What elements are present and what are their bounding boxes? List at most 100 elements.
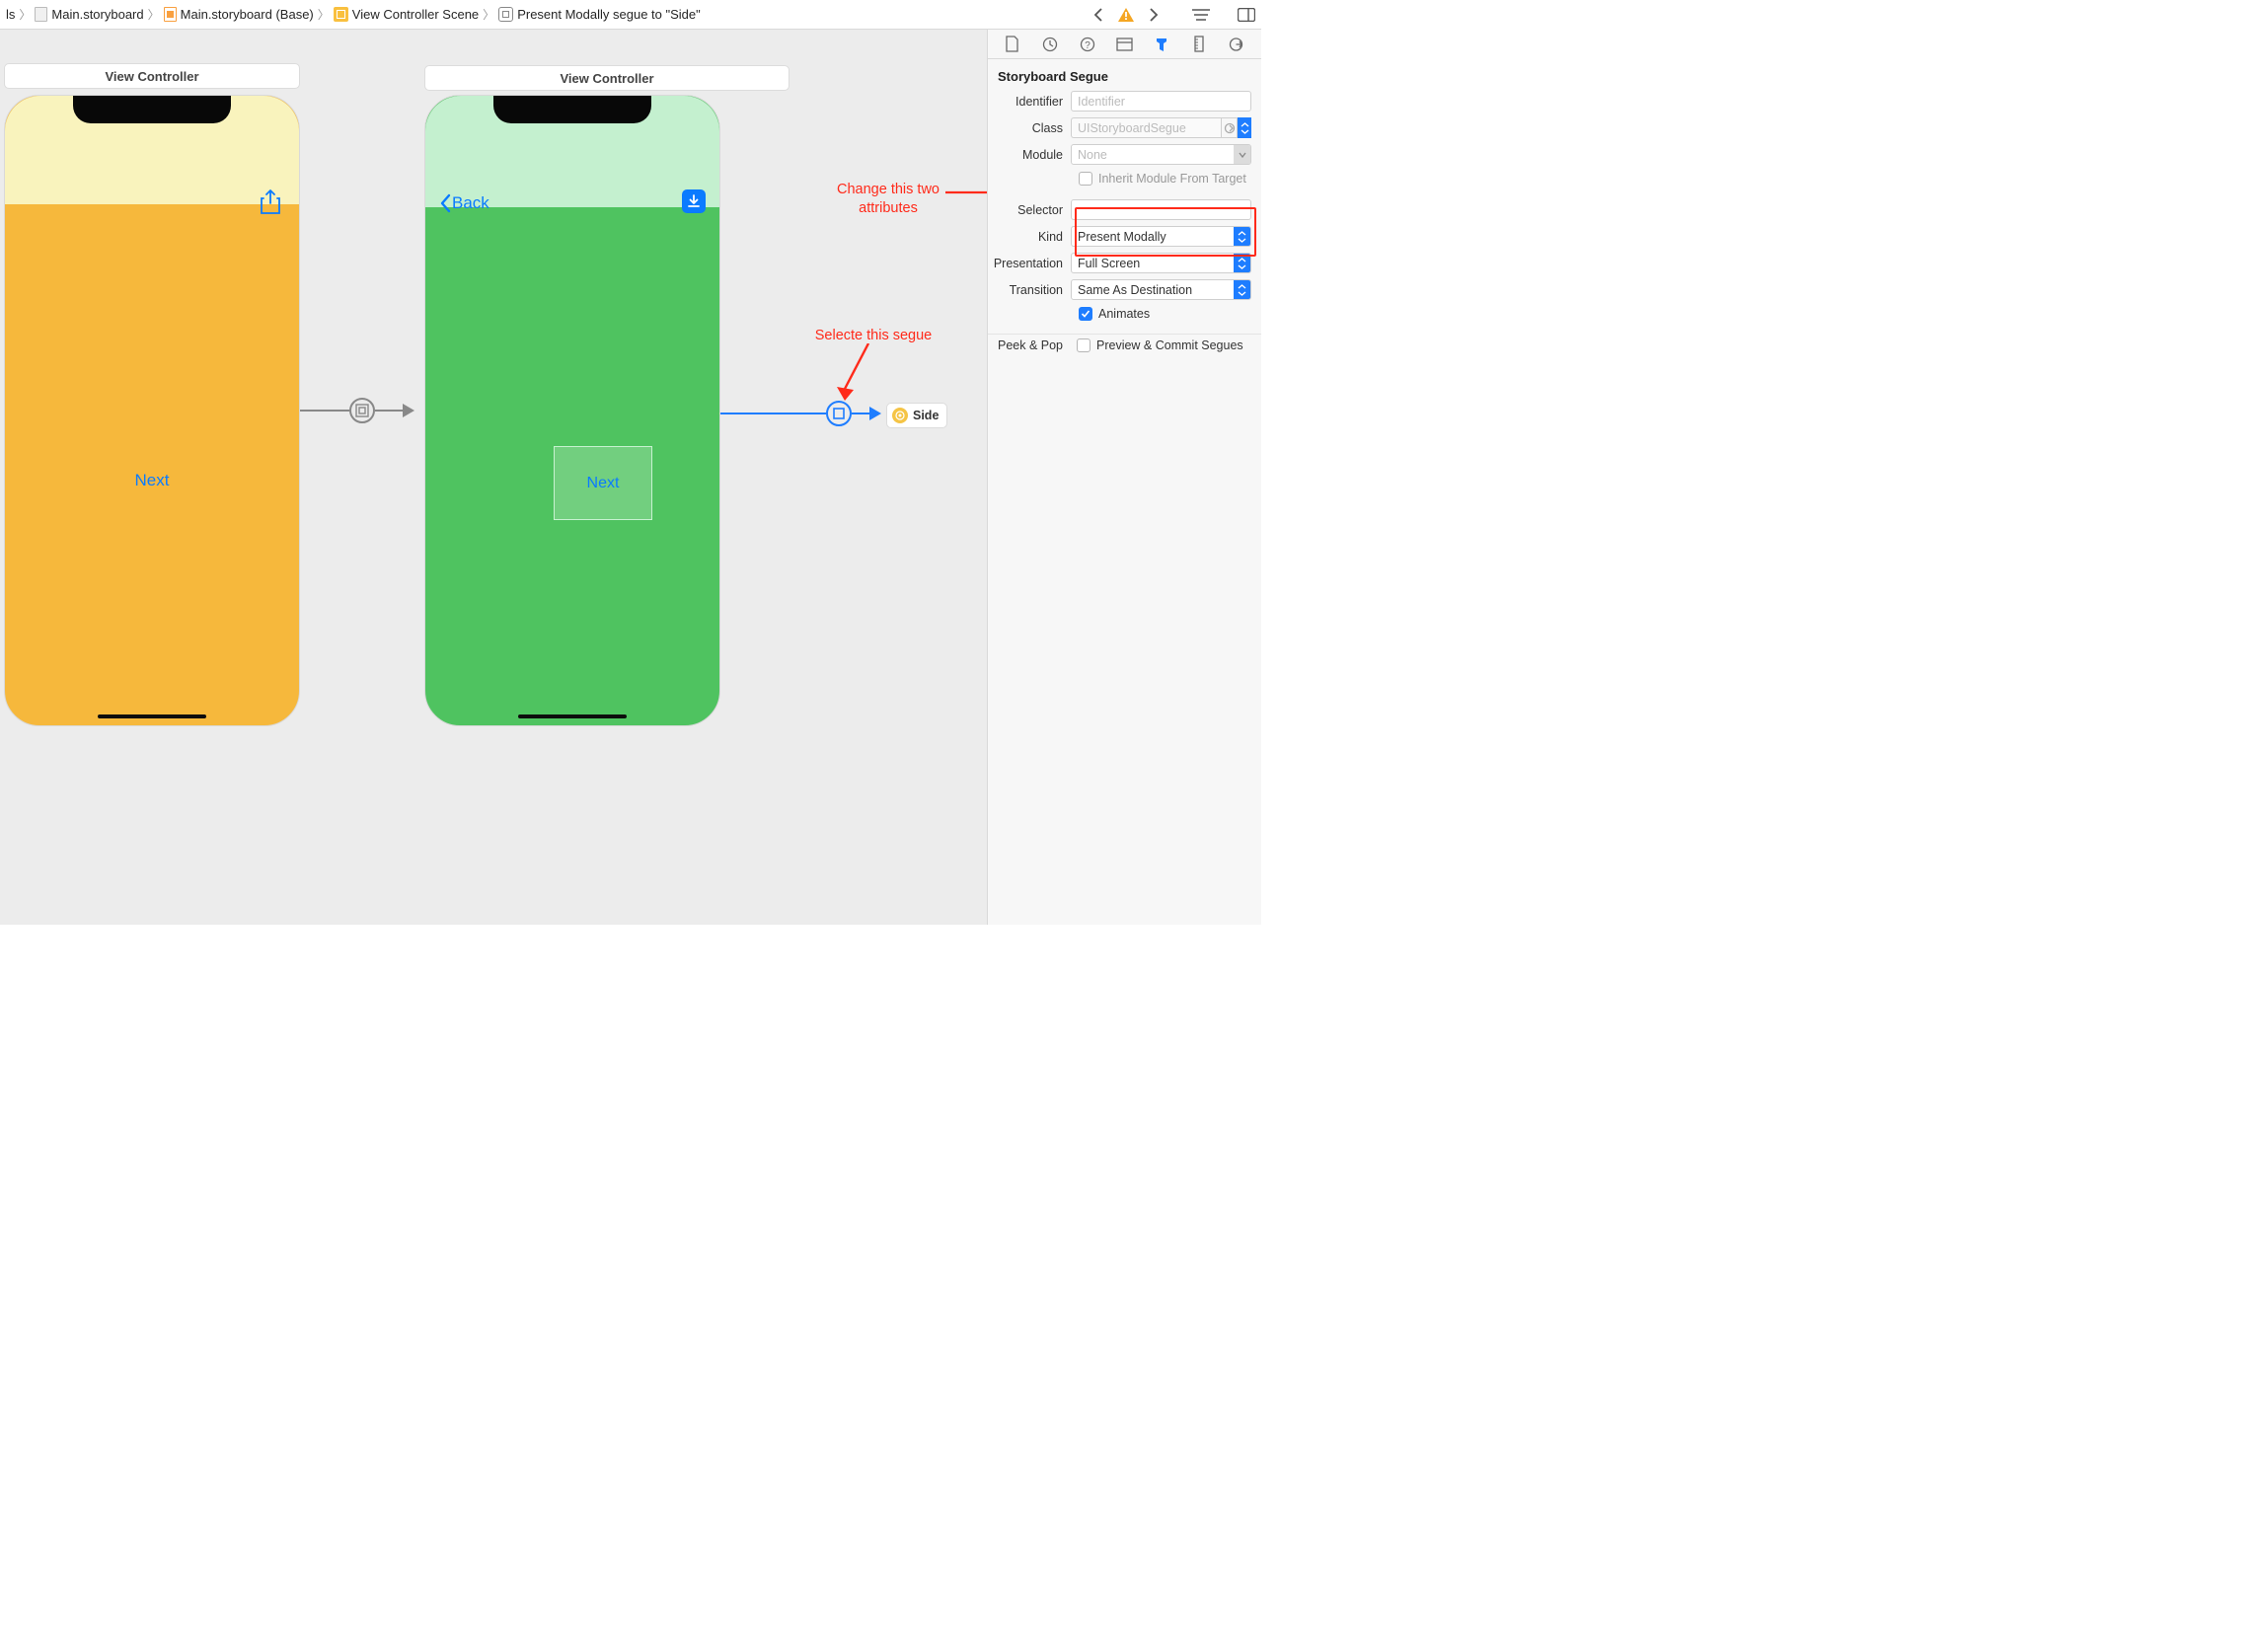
home-indicator-right: [518, 714, 627, 718]
phone-mockup-left[interactable]: Next: [4, 95, 300, 726]
download-button[interactable]: [682, 189, 706, 213]
chevron-left-icon: [439, 193, 452, 213]
back-label: Back: [452, 193, 489, 213]
segue-line-2a[interactable]: [720, 413, 826, 414]
crumb-segue[interactable]: Present Modally segue to "Side": [498, 7, 701, 22]
class-dropdown-button[interactable]: [1238, 117, 1251, 138]
segue-node-selected[interactable]: [826, 401, 852, 426]
toolbar-right: [1090, 6, 1255, 24]
module-dropdown-icon: [1234, 145, 1250, 164]
crumb-scene[interactable]: View Controller Scene: [334, 7, 479, 22]
presentation-dropdown-icon: [1234, 254, 1250, 272]
side-chip-label: Side: [913, 409, 939, 422]
tab-connections-inspector[interactable]: [1226, 34, 1247, 55]
history-forward-button[interactable]: [1145, 6, 1163, 24]
warning-icon[interactable]: [1117, 6, 1135, 24]
scene-title-left-label: View Controller: [105, 69, 198, 84]
transition-row: Transition Same As Destination: [988, 276, 1261, 303]
identifier-row: Identifier: [988, 88, 1261, 114]
next-button-left[interactable]: Next: [5, 471, 299, 490]
presentation-label: Presentation: [988, 257, 1071, 270]
kind-dropdown-icon: [1234, 227, 1250, 246]
presentation-value: Full Screen: [1072, 254, 1234, 272]
crumb-sep: 〉: [148, 6, 160, 23]
identifier-input[interactable]: [1071, 91, 1251, 112]
segue-node-1[interactable]: [349, 398, 375, 423]
kind-row: Kind Present Modally: [988, 223, 1261, 250]
download-icon: [686, 193, 702, 209]
adjust-lines-icon[interactable]: [1192, 6, 1210, 24]
kind-select[interactable]: Present Modally: [1071, 226, 1251, 247]
crumb-storyboard[interactable]: Main.storyboard: [35, 7, 143, 22]
crumb-storyboard-label: Main.storyboard: [51, 7, 143, 22]
selector-label: Selector: [988, 203, 1071, 217]
storyboard-canvas[interactable]: View Controller View Controller Next Bac…: [0, 30, 987, 925]
peek-pop-row: Peek & Pop Preview & Commit Segues: [988, 335, 1261, 356]
transition-select[interactable]: Same As Destination: [1071, 279, 1251, 300]
segue-section: Storyboard Segue Identifier Class Module…: [988, 59, 1261, 335]
selector-input[interactable]: [1071, 199, 1251, 220]
crumb-project[interactable]: ls: [6, 7, 15, 22]
segue-icon: [498, 7, 513, 22]
phone-mockup-right[interactable]: Back Next: [424, 95, 720, 726]
module-select[interactable]: None: [1071, 144, 1251, 165]
home-indicator-left: [98, 714, 206, 718]
history-back-button[interactable]: [1090, 6, 1107, 24]
tab-identity-inspector[interactable]: [1113, 34, 1135, 55]
tab-history-inspector[interactable]: [1039, 34, 1061, 55]
tab-file-inspector[interactable]: [1002, 34, 1023, 55]
preview-checkbox[interactable]: [1077, 338, 1090, 352]
side-viewcontroller-chip[interactable]: Side: [886, 403, 947, 428]
segue-line-2b: [852, 413, 871, 414]
presentation-select[interactable]: Full Screen: [1071, 253, 1251, 273]
crumb-segue-label: Present Modally segue to "Side": [517, 7, 701, 22]
transition-value: Same As Destination: [1072, 280, 1234, 299]
class-label: Class: [988, 121, 1071, 135]
viewcontroller-icon: [892, 408, 908, 423]
tab-attributes-inspector[interactable]: [1151, 34, 1172, 55]
annotation-arrow-2: [837, 343, 876, 403]
segue-line-1a: [300, 410, 349, 412]
inherit-module-row: Inherit Module From Target: [988, 168, 1261, 188]
class-jump-button[interactable]: [1221, 117, 1238, 138]
scene-title-right[interactable]: View Controller: [424, 65, 790, 91]
toggle-assistant-icon[interactable]: [1238, 6, 1255, 24]
storyboard-file-icon: [35, 7, 47, 22]
transition-dropdown-icon: [1234, 280, 1250, 299]
animates-checkbox[interactable]: [1079, 307, 1092, 321]
back-button[interactable]: Back: [439, 193, 489, 213]
class-row: Class: [988, 114, 1261, 141]
inspector-tabs: ?: [988, 30, 1261, 59]
phone-right-notch: [493, 96, 651, 123]
preview-label: Preview & Commit Segues: [1096, 338, 1243, 352]
crumb-sep: 〉: [19, 6, 31, 23]
container-segue-icon: [355, 404, 369, 417]
crumb-base[interactable]: Main.storyboard (Base): [164, 7, 314, 22]
annotation-attributes: Change this two attributes: [819, 181, 957, 218]
share-icon[interactable]: [260, 189, 281, 218]
class-input[interactable]: [1071, 117, 1221, 138]
tab-help-inspector[interactable]: ?: [1077, 34, 1098, 55]
present-modally-icon: [833, 408, 845, 419]
crumb-base-label: Main.storyboard (Base): [181, 7, 314, 22]
scene-title-left[interactable]: View Controller: [4, 63, 300, 89]
crumb-sep: 〉: [318, 6, 330, 23]
segue-line-1b: [375, 410, 405, 412]
breadcrumbs: ls 〉 Main.storyboard 〉 Main.storyboard (…: [6, 6, 1090, 23]
next-button-right: Next: [587, 475, 620, 492]
module-label: Module: [988, 148, 1071, 162]
kind-label: Kind: [988, 230, 1071, 244]
scene-title-right-label: View Controller: [560, 71, 653, 86]
transition-label: Transition: [988, 283, 1071, 297]
animates-label: Animates: [1098, 307, 1150, 321]
tab-size-inspector[interactable]: [1188, 34, 1210, 55]
inherit-module-checkbox[interactable]: [1079, 172, 1092, 186]
section-title: Storyboard Segue: [988, 63, 1261, 88]
identifier-label: Identifier: [988, 95, 1071, 109]
animates-row: Animates: [988, 303, 1261, 324]
annotation-arrow-1: [945, 184, 987, 201]
inspector-panel: ? Storyboard Segue Identifier Class Modu…: [987, 30, 1261, 925]
module-value: None: [1072, 145, 1234, 164]
container-view[interactable]: Next: [554, 446, 652, 520]
svg-text:?: ?: [1085, 40, 1090, 51]
